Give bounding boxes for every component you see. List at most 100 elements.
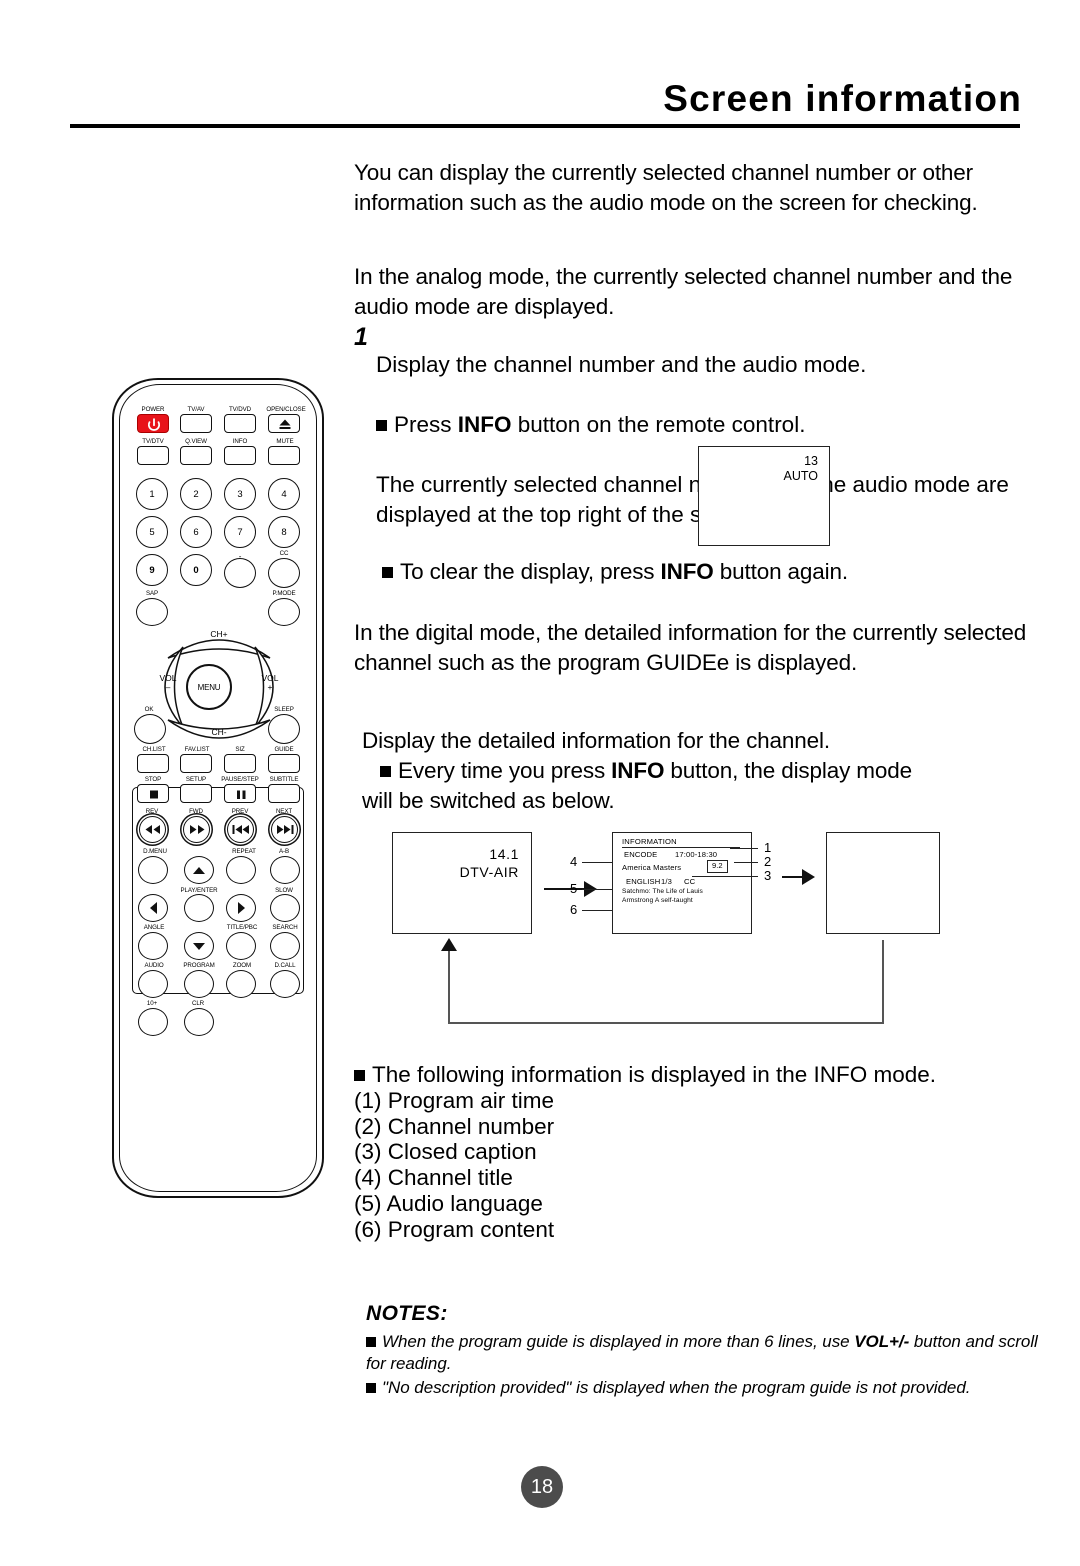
remote-button-repeat[interactable] [226,856,256,884]
remote-button-down[interactable] [184,932,214,960]
remote-button-rev[interactable] [139,816,166,843]
remote-button-cc[interactable] [268,558,300,588]
remote-label-d-menu: D.MENU [143,848,167,855]
remote-label-tv-dvd: TV/DVD [228,406,252,413]
remote-button-7[interactable]: 7 [224,516,256,548]
remote-button-10plus[interactable] [138,1008,168,1036]
remote-button-guide[interactable] [268,754,300,773]
remote-button-tv-av[interactable] [180,414,212,433]
header-divider [70,124,1020,128]
flow-channel-source: DTV-AIR [459,864,519,880]
remote-button-4[interactable]: 4 [268,478,300,510]
analog-mode-paragraph: In the analog mode, the currently select… [354,264,1013,319]
remote-button-play-enter[interactable] [184,894,214,922]
remote-button-8[interactable]: 8 [268,516,300,548]
remote-button-slow[interactable] [270,894,300,922]
step-one-bullet: Press INFO button on the remote control. [376,410,1036,440]
remote-button-angle[interactable] [138,932,168,960]
remote-button-info[interactable] [224,446,256,465]
remote-button-a-b[interactable] [270,856,300,884]
remote-label-p-mode: P.MODE [272,590,296,597]
remote-button-6[interactable]: 6 [180,516,212,548]
remote-label-fav-list: FAV.LIST [184,746,210,753]
remote-button-tv-dvd[interactable] [224,414,256,433]
remote-button-p-mode[interactable] [268,598,300,626]
remote-label-siz: SIZ [235,746,245,753]
flow-loop-bottom-segment [448,1022,884,1024]
remote-button-title-pbc[interactable] [226,932,256,960]
remote-button-tv-dtv[interactable] [137,446,169,465]
stop-icon [150,790,158,799]
remote-label-10plus: 10+ [146,1000,158,1007]
remote-button-zoom[interactable] [226,970,256,998]
remote-button-next[interactable] [271,816,298,843]
remote-button-d-call[interactable] [270,970,300,998]
remote-button-left[interactable] [138,894,168,922]
info-audio-language: ENGLISH [626,877,661,886]
remote-label-6: 6 [193,526,199,538]
bullet-square-icon [376,420,387,431]
bullet-square-icon [366,1337,376,1347]
remote-button-0[interactable]: 0 [180,554,212,586]
remote-label-1: 1 [149,488,155,500]
remote-button-dash[interactable] [224,558,256,588]
remote-button-fav-list[interactable] [180,754,212,773]
remote-button-menu[interactable]: MENU [186,664,232,710]
remote-label-ok: OK [144,706,154,713]
remote-button-prev[interactable] [227,816,254,843]
remote-button-audio[interactable] [138,970,168,998]
flow-callout-4-leader [582,862,612,864]
analog-channel: 13 [804,454,818,468]
note-item-2: "No description provided" is displayed w… [382,1378,971,1397]
remote-button-fwd[interactable] [183,816,210,843]
remote-button-d-menu[interactable] [138,856,168,884]
remote-label-2: 2 [193,488,199,500]
remote-button-up[interactable] [184,856,214,884]
remote-label-next: NEXT [275,808,293,815]
remote-label-guide: GUIDE [274,746,294,753]
remote-label-mute: MUTE [276,438,294,445]
remote-label-search: SEARCH [272,924,298,931]
remote-button-mute[interactable] [268,446,300,465]
remote-button-3[interactable]: 3 [224,478,256,510]
remote-button-siz[interactable] [224,754,256,773]
remote-button-ok[interactable] [134,714,166,744]
remote-button-setup[interactable] [180,784,212,803]
remote-button-program[interactable] [184,970,214,998]
info-air-time: 17:00-18:30 [675,850,718,859]
eject-icon [279,419,291,429]
remote-label-setup: SETUP [185,776,207,783]
intro-paragraph: You can display the currently selected c… [354,160,978,215]
remote-button-open-close[interactable] [268,414,300,433]
list-item: (3) Closed caption [354,1139,537,1165]
remote-label-q-view: Q.VIEW [185,438,207,445]
remote-button-sleep[interactable] [268,714,300,744]
flow-channel-number: 14.1 [489,846,519,862]
flow-callout-4: 4 [570,854,578,869]
remote-button-sap[interactable] [136,598,168,626]
notes-heading: NOTES: [366,1302,448,1325]
remote-button-search[interactable] [270,932,300,960]
next-track-icon [276,825,293,834]
remote-button-clr[interactable] [184,1008,214,1036]
remote-button-1[interactable]: 1 [136,478,168,510]
remote-label-9: 9 [149,564,155,576]
list-item: (5) Audio language [354,1190,543,1216]
remote-button-pause-step[interactable] [224,784,256,803]
remote-label-cc: CC [279,550,289,557]
flow-loop-right-segment [882,940,884,1024]
remote-button-ch-list[interactable] [137,754,169,773]
arrow-left-icon [149,902,157,914]
fast-forward-icon [189,825,204,834]
remote-button-5[interactable]: 5 [136,516,168,548]
list-item: (6) Program content [354,1216,555,1242]
remote-button-power[interactable] [137,414,169,433]
remote-button-2[interactable]: 2 [180,478,212,510]
remote-button-right[interactable] [226,894,256,922]
remote-button-9[interactable]: 9 [136,554,168,586]
remote-button-q-view[interactable] [180,446,212,465]
remote-button-subtitle[interactable] [268,784,300,803]
remote-button-stop[interactable] [137,784,169,803]
remote-label-subtitle: SUBTITLE [269,776,299,783]
step-one-number: 1 [354,323,368,351]
